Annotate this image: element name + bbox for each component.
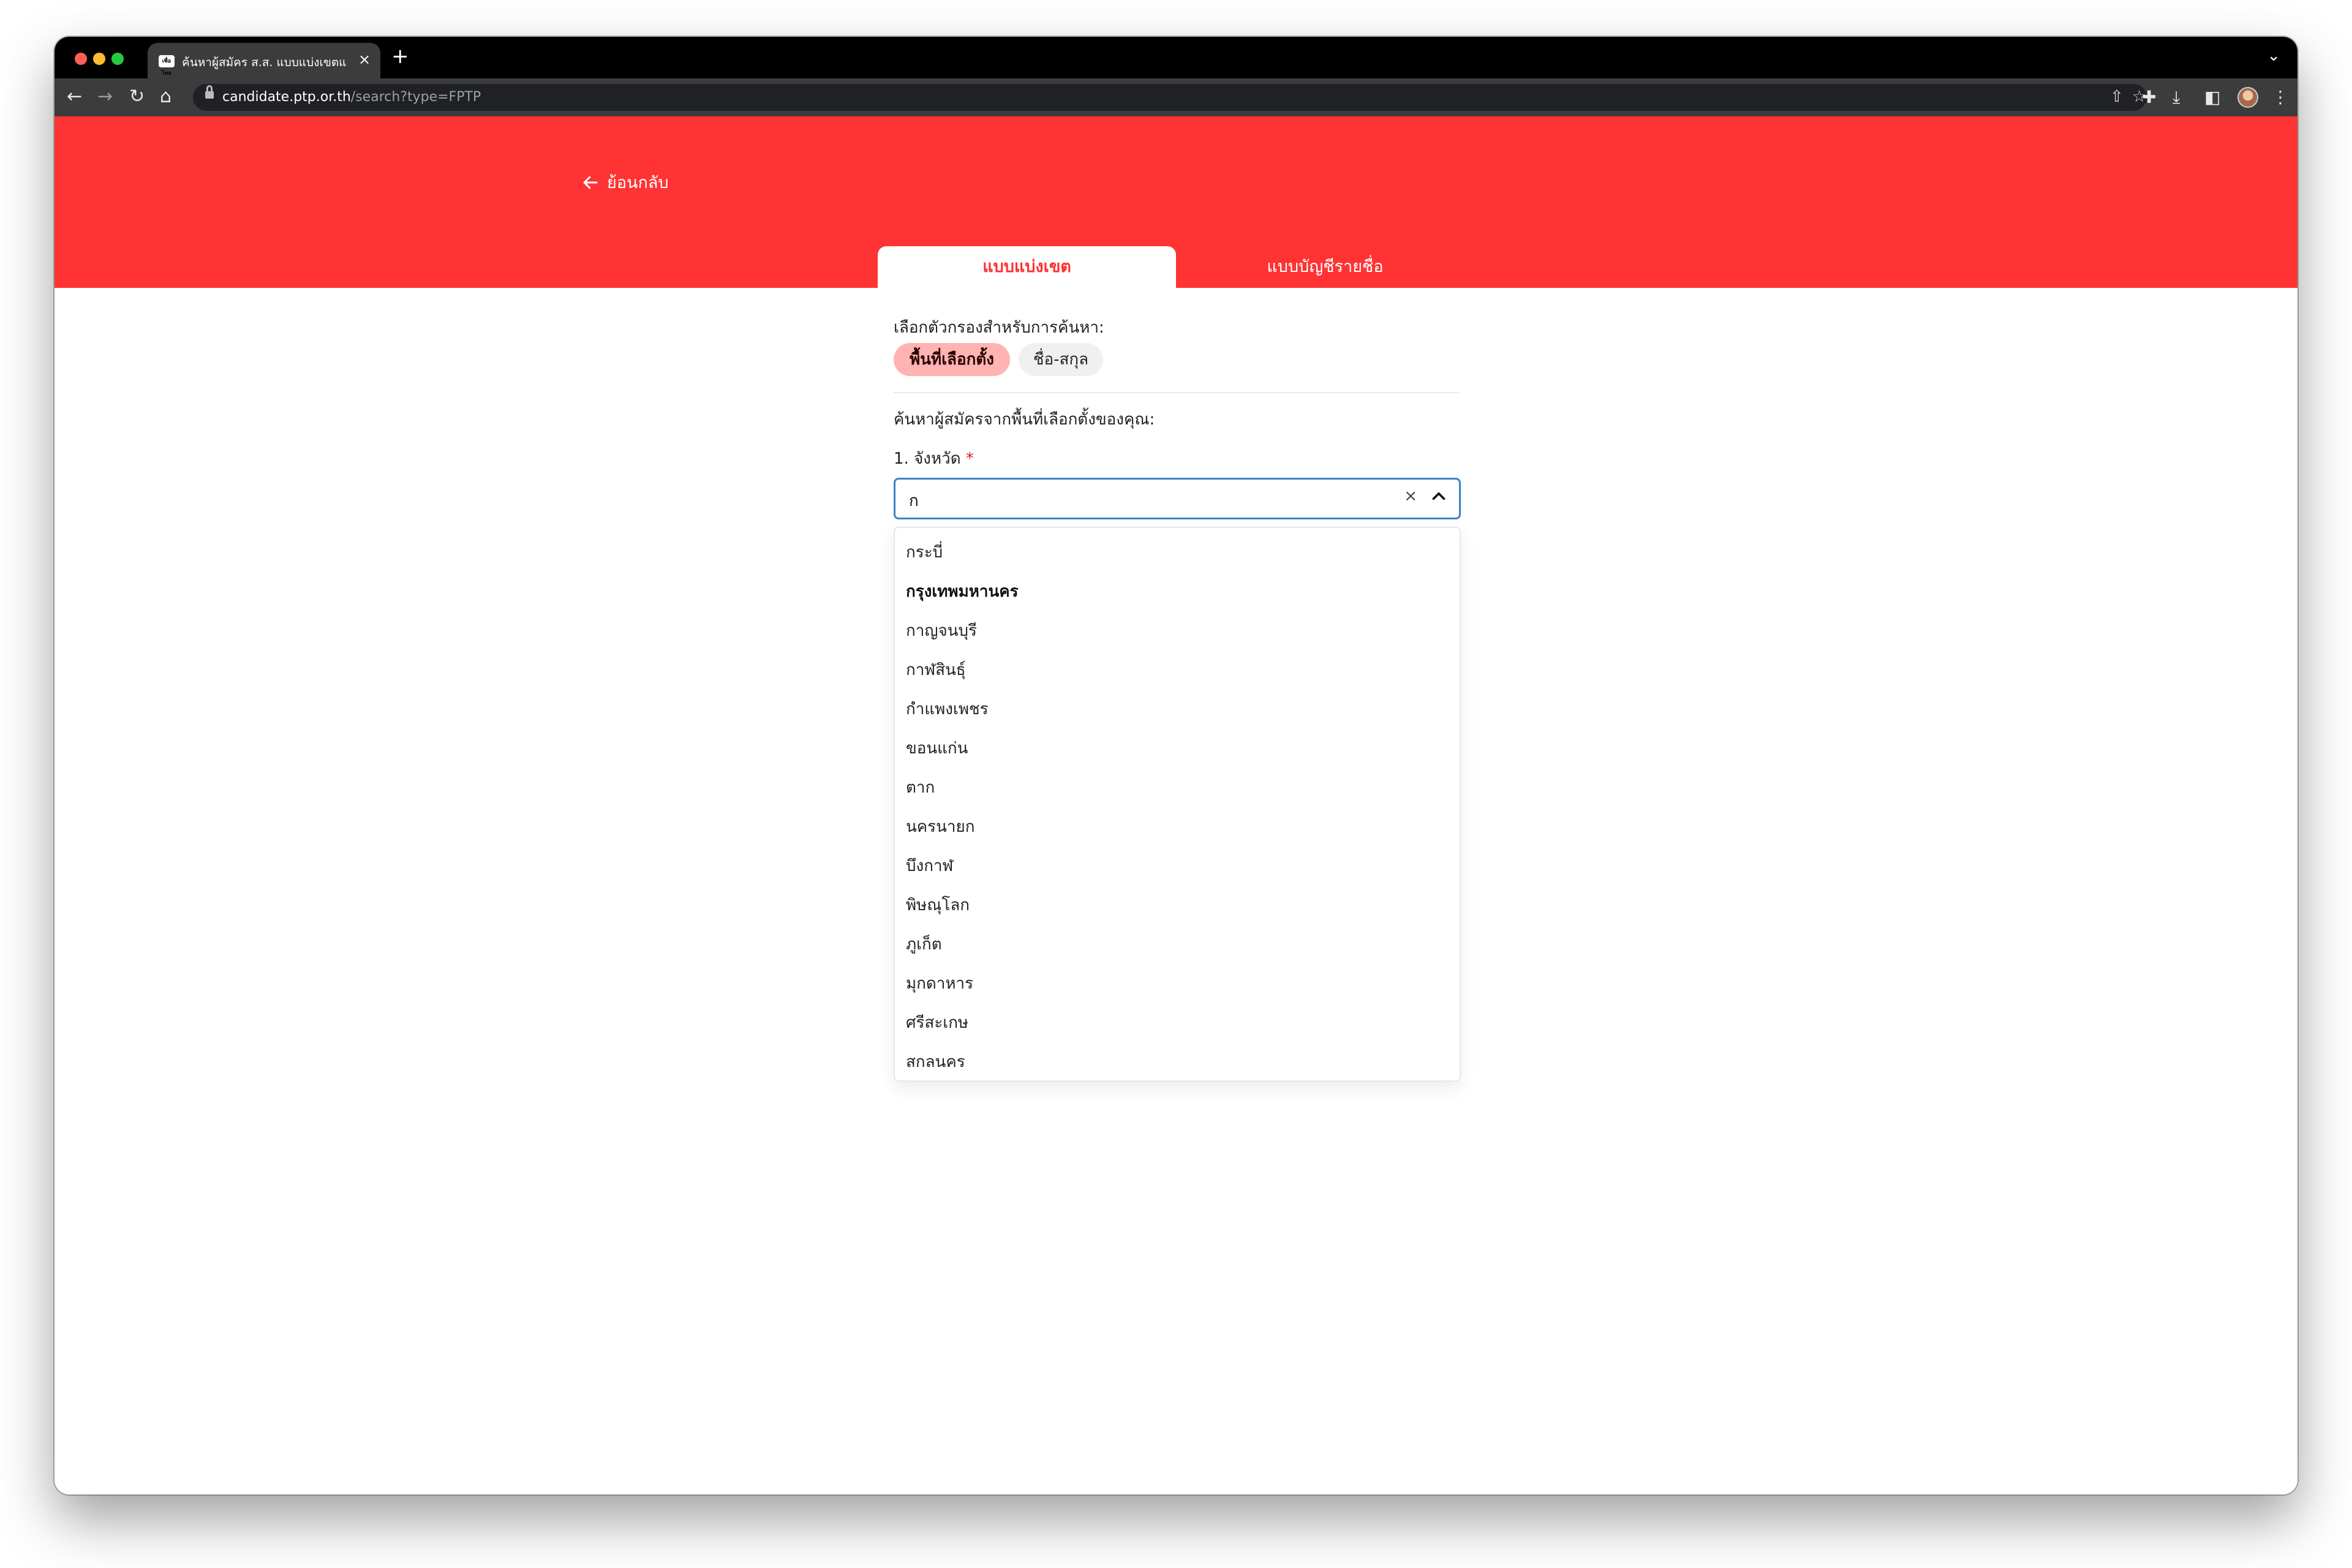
filter-label: เลือกตัวกรองสำหรับการค้นหา: xyxy=(894,318,1104,337)
divider xyxy=(894,392,1460,393)
filter-chip-name[interactable]: ชื่อ-สกุล xyxy=(1019,343,1103,376)
url-text: candidate.ptp.or.th/search?type=FPTP xyxy=(222,89,481,105)
tab-party-list[interactable]: แบบบัญชีรายชื่อ xyxy=(1176,246,1474,288)
required-mark: * xyxy=(965,450,974,468)
new-tab-icon[interactable]: + xyxy=(391,45,409,67)
menu-kebab-icon[interactable]: ⋮ xyxy=(2272,87,2289,108)
download-icon[interactable]: ⤓ xyxy=(2173,87,2180,108)
chevron-up-icon[interactable] xyxy=(1428,486,1449,507)
share-icon[interactable]: ⇧ xyxy=(2110,88,2124,106)
province-option[interactable]: นครนายก xyxy=(895,807,1460,846)
url-host: candidate.ptp.or.th xyxy=(222,89,351,105)
province-dropdown: กระบี่ กรุงเทพมหานคร กาญจนบุรี กาฬสินธุ์… xyxy=(894,527,1461,1082)
address-bar[interactable]: candidate.ptp.or.th/search?type=FPTP ⇧ ☆ xyxy=(193,84,2147,111)
province-option[interactable]: ตาก xyxy=(895,768,1460,807)
header-banner: ย้อนกลับ แบบแบ่งเขต แบบบัญชีรายชื่อ xyxy=(55,116,2297,288)
clear-icon[interactable]: × xyxy=(1404,487,1417,505)
extensions-puzzle-icon[interactable]: ✚ xyxy=(2142,87,2156,108)
tab-constituency[interactable]: แบบแบ่งเขต xyxy=(878,246,1176,288)
filter-chip-area[interactable]: พื้นที่เลือกตั้ง xyxy=(894,343,1010,376)
close-window-button[interactable] xyxy=(75,53,87,65)
home-icon[interactable]: ⌂ xyxy=(160,86,172,108)
province-option[interactable]: มุกดาหาร xyxy=(895,964,1460,1003)
province-search-input[interactable]: ก xyxy=(909,488,919,513)
profile-avatar[interactable] xyxy=(2237,87,2258,108)
search-heading: ค้นหาผู้สมัครจากพื้นที่เลือกตั้งของคุณ: xyxy=(894,410,1155,429)
back-link-label: ย้อนกลับ xyxy=(607,173,669,192)
province-option[interactable]: ขอนแก่น xyxy=(895,729,1460,768)
site-favicon-icon: เพื่อไทย xyxy=(159,55,175,77)
tab-bar: เพื่อไทย ค้นหาผู้สมัคร ส.ส. แบบแบ่งเขตแล… xyxy=(55,37,2297,78)
tab-search-chevron-icon[interactable]: ⌄ xyxy=(2267,47,2280,65)
province-option[interactable]: กระบี่ xyxy=(895,533,1460,572)
province-option[interactable]: ศรีสะเกษ xyxy=(895,1003,1460,1042)
province-option[interactable]: บึงกาฬ xyxy=(895,846,1460,886)
url-path: /search?type=FPTP xyxy=(350,89,481,105)
side-panel-icon[interactable]: ◧ xyxy=(2204,87,2220,108)
province-option[interactable]: กาฬสินธุ์ xyxy=(895,650,1460,690)
reload-icon[interactable]: ↻ xyxy=(129,86,145,108)
browser-toolbar: ← → ↻ ⌂ candidate.ptp.or.th/search?type=… xyxy=(55,78,2297,116)
zoom-window-button[interactable] xyxy=(111,53,124,65)
back-arrow-icon[interactable]: ← xyxy=(67,86,82,108)
arrow-left-icon xyxy=(583,176,598,189)
browser-tab[interactable]: เพื่อไทย ค้นหาผู้สมัคร ส.ส. แบบแบ่งเขตแล… xyxy=(148,43,380,78)
forward-arrow-icon[interactable]: → xyxy=(97,86,113,108)
province-label-text: 1. จังหวัด xyxy=(894,450,961,468)
election-type-tabs: แบบแบ่งเขต แบบบัญชีรายชื่อ xyxy=(878,246,1474,288)
lock-icon[interactable] xyxy=(205,85,214,99)
page-content: ย้อนกลับ แบบแบ่งเขต แบบบัญชีรายชื่อ เลือ… xyxy=(55,116,2297,1494)
browser-window: เพื่อไทย ค้นหาผู้สมัคร ส.ส. แบบแบ่งเขตแล… xyxy=(55,37,2297,1494)
province-option[interactable]: สกลนคร xyxy=(895,1042,1460,1082)
province-option[interactable]: ภูเก็ต xyxy=(895,925,1460,964)
close-tab-icon[interactable]: × xyxy=(358,51,371,67)
minimize-window-button[interactable] xyxy=(93,53,105,65)
back-link[interactable]: ย้อนกลับ xyxy=(581,169,669,195)
province-option[interactable]: กรุงเทพมหานคร xyxy=(895,572,1460,611)
province-label: 1. จังหวัด * xyxy=(894,446,974,471)
province-option[interactable]: พิษณุโลก xyxy=(895,886,1460,925)
province-select[interactable]: ก × xyxy=(894,478,1461,519)
tab-title: ค้นหาผู้สมัคร ส.ส. แบบแบ่งเขตและ xyxy=(182,56,347,69)
province-option[interactable]: กำแพงเพชร xyxy=(895,690,1460,729)
province-option[interactable]: กาญจนบุรี xyxy=(895,611,1460,650)
